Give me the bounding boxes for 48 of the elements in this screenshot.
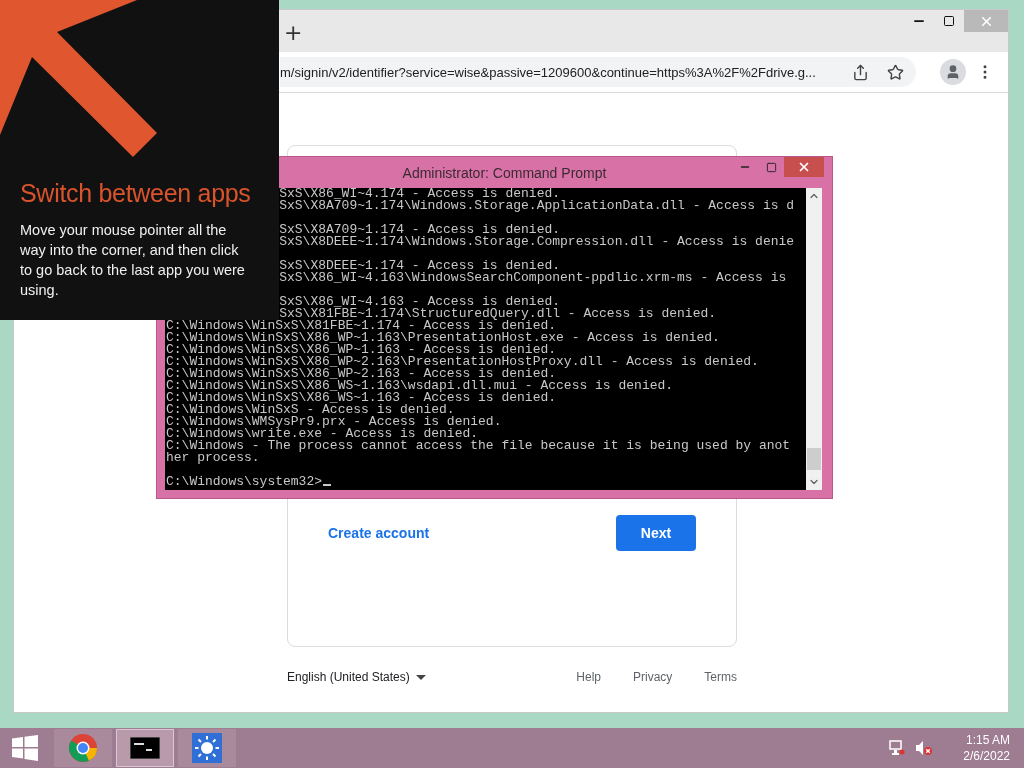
- person-icon: [945, 64, 961, 80]
- sun-icon: [192, 733, 222, 763]
- language-selector[interactable]: English (United States): [287, 670, 426, 684]
- next-button[interactable]: Next: [616, 515, 696, 551]
- create-account-link[interactable]: Create account: [328, 525, 430, 541]
- console-line: C:\Windows - The process cannot access the file because it is being used by anot: [166, 438, 791, 453]
- command-prompt[interactable]: C:\Windows\system32>: [166, 474, 323, 489]
- footer-link[interactable]: Privacy: [633, 670, 673, 684]
- console-line: SxS\X86_WI~4.163 - Access is denied.: [279, 294, 561, 309]
- maximize-icon: [943, 15, 955, 27]
- footer-link[interactable]: Help: [576, 670, 601, 684]
- console-line: C:\Windows\WinSxS\X86_WP~2.163\PresentationHostProxy.dll - Access is denied.: [166, 354, 759, 369]
- console-line: C:\Windows\WinSxS\X86_WP~1.163 - Access is denied.: [166, 342, 557, 357]
- browser-logo-icon: [68, 733, 98, 763]
- maximize-icon: [765, 161, 777, 173]
- console-line: C:\Windows\WMSysPr9.prx - Access is denied.: [166, 414, 502, 429]
- console-line: SxS\X8A709~1.174 - Access is denied.: [279, 222, 561, 237]
- text-cursor: [323, 484, 332, 486]
- window-title: Administrator: Command Prompt: [401, 165, 608, 181]
- console-line: C:\Windows\WinSxS\X86_WS~1.163\wsdapi.dll.mui - Access is denied.: [166, 378, 674, 393]
- caret-icon: [415, 674, 426, 680]
- console-line: SxS\X81FBE~1.174\StructuredQuery.dll - Access is denied.: [279, 306, 717, 321]
- console-line: SxS\X8A709~1.174\Windows.Storage.ApplicationData.dll - Access is d: [279, 198, 795, 213]
- console-line: SxS\X86_WI~4.163\WindowsSearchComponent-ppdlic.xrm-ms - Access is: [279, 270, 787, 285]
- console-line: C:\Windows\WinSxS\X86_WP~1.163\PresentationHost.exe - Access is denied.: [166, 330, 720, 345]
- tip-text: Move your mouse pointer all the way into the corner, and then click to go back to the last app you were using.: [20, 221, 246, 300]
- console-line: C:\Windows\WinSxS - Access is denied.: [166, 402, 455, 417]
- address-bar[interactable]: m/signin/v2/identifier?service=wise&passive=1209600&continue=https%3A%2F%2Fdrive.g...: [280, 57, 916, 87]
- console-line: SxS\X8DEEE~1.174 - Access is denied.: [279, 258, 561, 273]
- clock-time: 1:15 AM: [965, 732, 1010, 748]
- close-icon: [797, 160, 811, 174]
- profile-button[interactable]: [940, 59, 966, 85]
- network-icon: [889, 740, 906, 756]
- muted-speaker-icon: [915, 740, 934, 756]
- close-button[interactable]: [784, 157, 824, 177]
- clock-date: 2/6/2022: [963, 748, 1010, 764]
- taskbar-app-button[interactable]: [116, 729, 174, 767]
- console-line: her process.: [166, 450, 260, 465]
- scrollbar-thumb[interactable]: [807, 448, 821, 470]
- console-line: SxS\X86_WI~4.174 - Access is denied.: [279, 188, 561, 201]
- scrollbar[interactable]: [806, 188, 822, 490]
- footer-link[interactable]: Terms: [704, 670, 737, 684]
- terminal-icon: [130, 737, 160, 759]
- console-line: SxS\X8DEEE~1.174\Windows.Storage.Compression.dll - Access is denie: [279, 234, 795, 249]
- new-tab-button[interactable]: +: [280, 24, 307, 42]
- tip-title: Switch between apps: [20, 179, 252, 208]
- four-pane-icon: [12, 735, 38, 761]
- console-line: C:\Windows\WinSxS\X86_WP~2.163 - Access is denied.: [166, 366, 557, 381]
